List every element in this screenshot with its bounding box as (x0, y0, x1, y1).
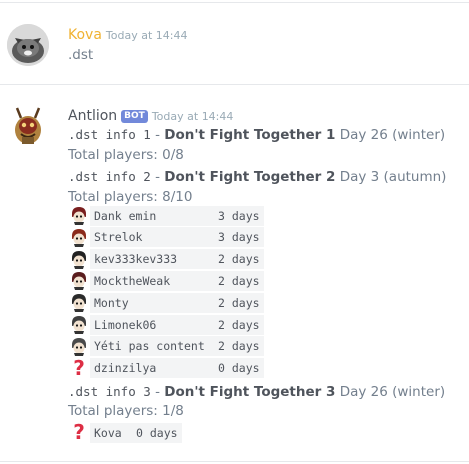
player-row: kev333kev333 2 days (68, 249, 264, 270)
player-row: Strelok 3 days (68, 227, 264, 248)
message-divider (0, 84, 469, 85)
player-name: Limonek06 (90, 314, 214, 335)
player-days: 3 days (214, 227, 264, 248)
bot-badge: BOT (121, 110, 148, 123)
top-divider (0, 2, 469, 3)
character-head-icon (68, 314, 90, 335)
timestamp: Today at 14:44 (105, 29, 188, 42)
player-days: 2 days (214, 336, 264, 357)
question-mark-icon: ? (73, 355, 85, 380)
character-head-icon (68, 292, 90, 313)
cat-avatar-icon[interactable] (7, 24, 49, 66)
player-days: 0 days (214, 358, 264, 379)
player-row: Monty 2 days (68, 292, 264, 313)
player-name: Kova (90, 422, 132, 443)
character-head-icon (68, 227, 90, 248)
character-head-icon (68, 336, 90, 357)
character-head-icon (68, 249, 90, 270)
message-text: .dst (68, 47, 94, 63)
player-name: Yéti pas content (90, 336, 214, 357)
player-name: Monty (90, 292, 214, 313)
server-info-line: .dst info 2 - Don't Fight Together 2 Day… (68, 169, 447, 185)
bottom-divider (0, 461, 469, 462)
author-name[interactable]: Kova (68, 27, 102, 43)
player-row: ? dzinzilya 0 days (68, 355, 264, 380)
player-row: Dank emin 3 days (68, 205, 264, 226)
antlion-avatar-icon[interactable] (7, 104, 49, 146)
question-mark-icon: ? (73, 420, 85, 444)
timestamp: Today at 14:44 (151, 110, 234, 123)
player-days: 3 days (214, 205, 264, 226)
author-name[interactable]: Antlion (68, 108, 117, 124)
character-head-icon (68, 270, 90, 291)
player-days: 2 days (214, 270, 264, 291)
total-players: Total players: 1/8 (68, 403, 184, 419)
player-name: Strelok (90, 227, 214, 248)
player-row: ? Kova 0 days (68, 422, 182, 443)
player-days: 2 days (214, 314, 264, 335)
character-head-icon (68, 205, 90, 226)
player-name: kev333kev333 (90, 249, 214, 270)
player-row: Yéti pas content 2 days (68, 336, 264, 357)
total-players: Total players: 8/10 (68, 189, 193, 205)
player-row: Limonek06 2 days (68, 314, 264, 335)
player-days: 2 days (214, 249, 264, 270)
total-players: Total players: 0/8 (68, 147, 184, 163)
player-name: Dank emin (90, 205, 214, 226)
server-info-line: .dst info 3 - Don't Fight Together 3 Day… (68, 384, 446, 400)
player-name: MocktheWeak (90, 270, 214, 291)
server-info-line: .dst info 1 - Don't Fight Together 1 Day… (68, 127, 446, 143)
player-days: 2 days (214, 292, 264, 313)
player-days: 0 days (132, 422, 182, 443)
player-name: dzinzilya (90, 358, 214, 379)
player-row: MocktheWeak 2 days (68, 270, 264, 291)
